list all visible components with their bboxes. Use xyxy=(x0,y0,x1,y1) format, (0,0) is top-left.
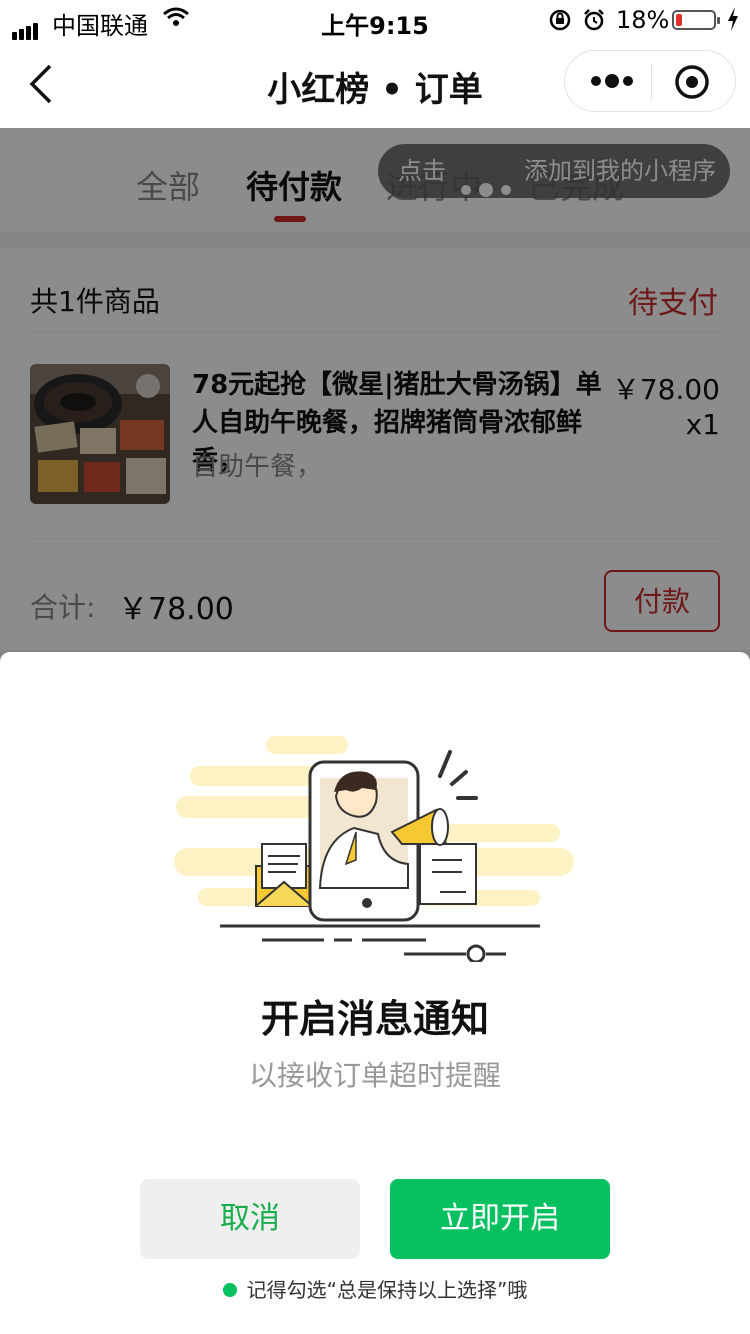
notification-illustration xyxy=(170,732,590,964)
enable-notifications-button[interactable]: 立即开启 xyxy=(390,1179,610,1259)
sheet-subheading: 以接收订单超时提醒 xyxy=(248,1059,501,1092)
miniprogram-capsule xyxy=(564,50,736,112)
rotation-lock-icon xyxy=(548,8,572,38)
capsule-divider xyxy=(651,65,652,99)
close-miniprogram-icon[interactable] xyxy=(673,63,711,101)
alarm-icon xyxy=(582,8,606,38)
cancel-button[interactable]: 取消 xyxy=(140,1179,360,1259)
status-bar: 中国联通 上午9:15 18% xyxy=(0,0,750,40)
charging-icon xyxy=(726,6,740,38)
reminder-text: 记得勾选“总是保持以上选择”哦 xyxy=(246,1278,528,1302)
nav-bar: 小红榜 • 订单 xyxy=(0,40,750,128)
more-icon[interactable] xyxy=(587,66,637,96)
green-dot-icon xyxy=(222,1282,237,1297)
battery-percent: 18% xyxy=(616,6,670,34)
sheet-heading: 开启消息通知 xyxy=(260,997,489,1041)
battery-icon xyxy=(672,10,720,30)
notification-sheet: 开启消息通知 以接收订单超时提醒 取消 立即开启 记得勾选“总是保持以上选择”哦 xyxy=(0,652,750,1334)
reminder-note: 记得勾选“总是保持以上选择”哦 xyxy=(0,1274,750,1303)
